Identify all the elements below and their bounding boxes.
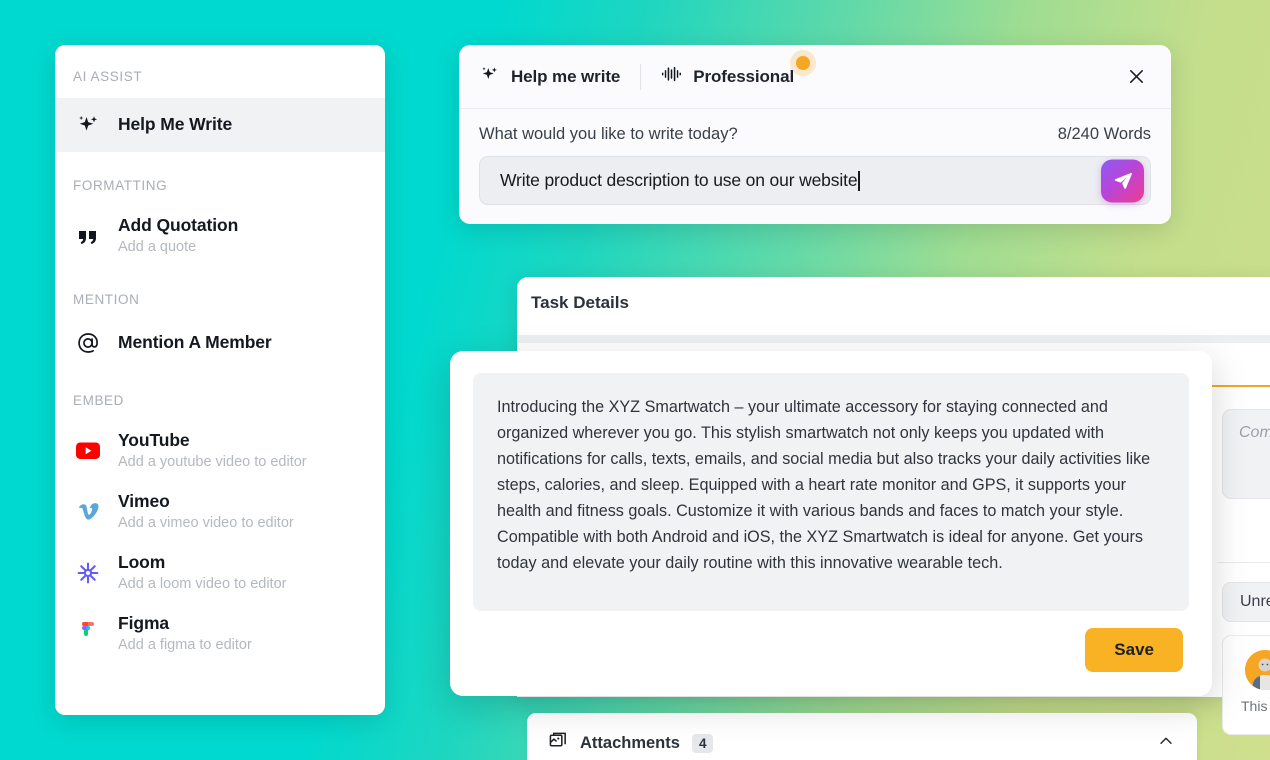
sidebar-item-text: Mention A Member bbox=[118, 332, 272, 354]
prompt-input-value: Write product description to use on our … bbox=[500, 170, 858, 190]
sidebar-item-add-quotation[interactable]: Add Quotation Add a quote bbox=[55, 205, 385, 266]
sidebar-item-label: Vimeo bbox=[118, 491, 170, 511]
save-button[interactable]: Save bbox=[1085, 628, 1183, 672]
figma-icon bbox=[73, 620, 103, 648]
sidebar-item-text: Vimeo Add a vimeo video to editor bbox=[118, 491, 294, 532]
sparkle-icon bbox=[73, 111, 103, 139]
section-label-formatting: FORMATTING bbox=[73, 178, 168, 193]
sidebar-item-loom[interactable]: Loom Add a loom video to editor bbox=[55, 542, 385, 603]
sidebar-item-label: Mention A Member bbox=[118, 332, 272, 353]
chevron-up-icon[interactable] bbox=[1157, 732, 1175, 755]
sidebar-item-text: Add Quotation Add a quote bbox=[118, 215, 238, 256]
section-label-ai-assist: AI ASSIST bbox=[73, 69, 143, 84]
avatar bbox=[1245, 650, 1270, 690]
text-caret bbox=[858, 170, 860, 191]
sparkle-icon bbox=[479, 64, 500, 90]
tab-help-me-write[interactable]: Help me write bbox=[479, 64, 620, 90]
comment-item[interactable]: This bbox=[1222, 635, 1270, 735]
sidebar-item-text: Help Me Write bbox=[118, 114, 232, 136]
tone-selector[interactable]: Professional bbox=[661, 56, 811, 88]
attachment-icon bbox=[549, 731, 568, 755]
sidebar-item-text: Figma Add a figma to editor bbox=[118, 613, 252, 654]
unresolved-filter-chip[interactable]: Unresolved bbox=[1222, 582, 1270, 622]
at-icon bbox=[73, 329, 103, 357]
status-dot-badge bbox=[796, 56, 811, 70]
sidebar-item-vimeo[interactable]: Vimeo Add a vimeo video to editor bbox=[55, 481, 385, 542]
tone-label: Professional bbox=[693, 66, 795, 86]
waveform-icon bbox=[661, 65, 682, 88]
generated-result-popup: Introducing the XYZ Smartwatch – your ul… bbox=[450, 351, 1212, 696]
sidebar-item-label: Add Quotation bbox=[118, 215, 239, 235]
comment-input[interactable]: Comment bbox=[1222, 409, 1270, 499]
header-divider bbox=[640, 63, 642, 90]
sidebar-item-description: Add a quote bbox=[118, 238, 197, 255]
sidebar-item-description: Add a vimeo video to editor bbox=[118, 514, 294, 531]
generated-text: Introducing the XYZ Smartwatch – your ul… bbox=[473, 373, 1189, 611]
task-details-title: Task Details bbox=[531, 293, 629, 312]
attachments-count-badge: 4 bbox=[691, 733, 714, 753]
task-details-divider bbox=[517, 335, 1270, 343]
sidebar-item-help-me-write[interactable]: Help Me Write bbox=[55, 98, 385, 152]
attachments-bar[interactable]: Attachments 4 bbox=[527, 713, 1197, 760]
prompt-input[interactable]: Write product description to use on our … bbox=[479, 156, 1151, 205]
prompt-panel-header: Help me write Professional bbox=[459, 45, 1171, 109]
sidebar-item-figma[interactable]: Figma Add a figma to editor bbox=[55, 603, 385, 664]
attachments-label-group: Attachments 4 bbox=[549, 731, 714, 755]
section-label-mention: MENTION bbox=[73, 292, 140, 307]
section-label-embed: EMBED bbox=[73, 393, 125, 408]
prompt-meta-row: What would you like to write today? 8/24… bbox=[479, 125, 1151, 144]
help-me-write-panel: Help me write Professional What would yo… bbox=[459, 45, 1171, 224]
sidebar-item-description: Add a loom video to editor bbox=[118, 575, 287, 592]
sidebar-item-mention-a-member[interactable]: Mention A Member bbox=[55, 319, 385, 367]
prompt-question: What would you like to write today? bbox=[479, 125, 738, 143]
comment-author: This bbox=[1241, 698, 1268, 714]
tab-help-me-write-label: Help me write bbox=[511, 66, 621, 86]
word-counter: 8/240 Words bbox=[1057, 125, 1151, 143]
sidebar-item-text: YouTube Add a youtube video to editor bbox=[118, 430, 307, 471]
loom-icon bbox=[73, 559, 103, 587]
sidebar-item-label: Help Me Write bbox=[118, 114, 233, 135]
sidebar-item-label: Loom bbox=[118, 552, 166, 572]
quote-icon bbox=[73, 222, 103, 250]
prompt-panel-body: What would you like to write today? 8/24… bbox=[459, 109, 1171, 205]
send-button[interactable] bbox=[1101, 159, 1144, 202]
vimeo-icon bbox=[73, 498, 103, 526]
sidebar-item-youtube[interactable]: YouTube Add a youtube video to editor bbox=[55, 420, 385, 481]
sidebar-item-label: Figma bbox=[118, 613, 170, 633]
sidebar-item-description: Add a youtube video to editor bbox=[118, 453, 307, 470]
close-icon[interactable] bbox=[1121, 62, 1151, 92]
sidebar-item-text: Loom Add a loom video to editor bbox=[118, 552, 286, 593]
attachments-title: Attachments bbox=[580, 733, 680, 752]
sidebar-item-description: Add a figma to editor bbox=[118, 636, 252, 653]
sidebar-item-label: YouTube bbox=[118, 430, 190, 450]
youtube-icon bbox=[73, 437, 103, 465]
editor-tools-sidebar: AI ASSIST Help Me Write FORMATTING Add Q… bbox=[55, 45, 385, 715]
section-divider bbox=[1217, 562, 1270, 563]
